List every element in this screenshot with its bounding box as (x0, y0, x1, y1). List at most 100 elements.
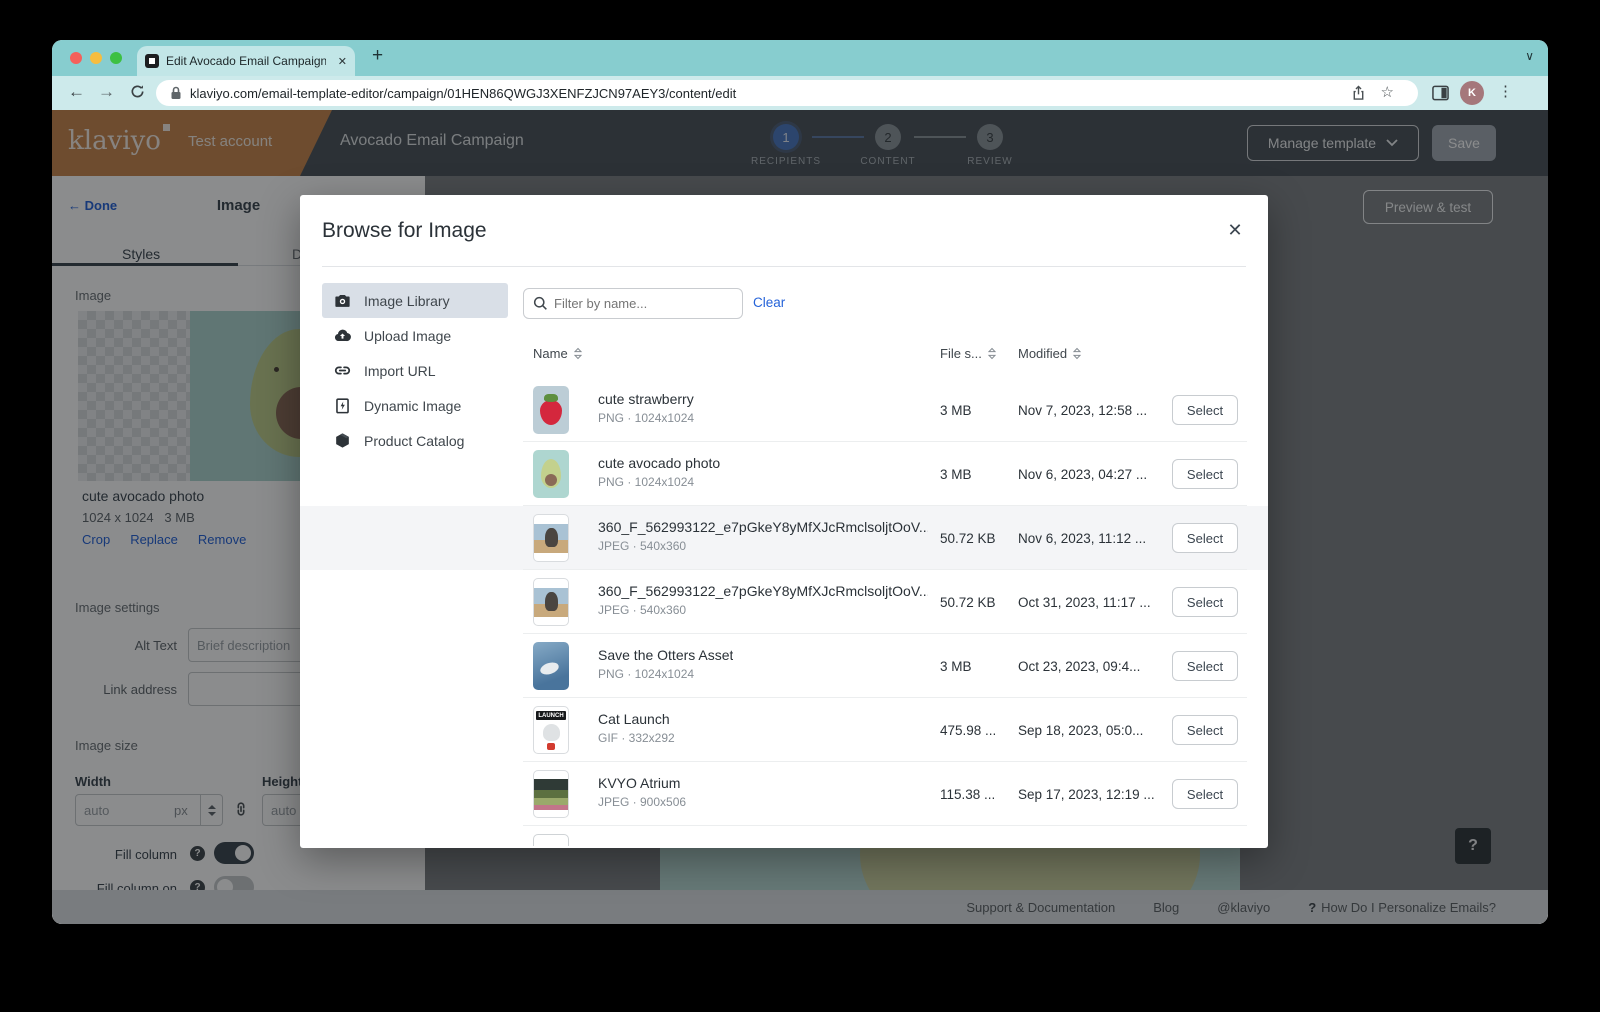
nav-label: Import URL (364, 362, 436, 379)
cloud-upload-icon (334, 329, 351, 342)
file-size: 475.98 ... (940, 723, 997, 738)
browser-profile-avatar[interactable]: K (1460, 81, 1484, 105)
sort-icon (573, 347, 582, 360)
file-modified: Nov 6, 2023, 04:27 ... (1018, 467, 1148, 482)
strawberry-thumbnail (533, 386, 569, 434)
clear-filter-link[interactable]: Clear (753, 295, 785, 310)
page-content: klaviyo Test account Avocado Email Campa… (52, 110, 1548, 924)
filter-input-wrap (523, 288, 743, 319)
file-modified: Nov 7, 2023, 12:58 ... (1018, 403, 1148, 418)
file-meta: PNG · 1024x1024 (598, 667, 695, 681)
column-header-modified[interactable]: Modified (1018, 346, 1082, 361)
table-row[interactable]: LAUNCH Cat Launch GIF · 332x292 475.98 .… (300, 698, 1268, 762)
browser-tab-bar: Edit Avocado Email Campaign ✕ + ∨ (52, 40, 1548, 76)
modal-divider (322, 266, 1246, 267)
close-window-button[interactable] (70, 52, 82, 64)
nav-label: Upload Image (364, 327, 452, 344)
file-meta: PNG · 1024x1024 (598, 475, 695, 489)
select-button[interactable]: Select (1172, 651, 1238, 681)
file-size: 3 MB (940, 467, 972, 482)
forward-icon[interactable]: → (98, 82, 115, 102)
file-meta: JPEG · 900x506 (598, 795, 687, 809)
nav-image-library[interactable]: Image Library (322, 283, 508, 318)
file-meta: PNG · 1024x1024 (598, 411, 695, 425)
tab-search-chevron-icon[interactable]: ∨ (1525, 49, 1534, 63)
camera-icon (335, 294, 350, 307)
modal-close-icon[interactable]: ✕ (1222, 217, 1248, 243)
file-name: Cat Launch (598, 711, 670, 727)
cat-photo-thumbnail (533, 578, 569, 626)
file-size: 50.72 KB (940, 595, 996, 610)
launch-chip-label: LAUNCH (536, 711, 566, 720)
file-modified: Sep 17, 2023, 12:19 ... (1018, 787, 1155, 802)
sort-icon (987, 347, 997, 360)
file-size: 3 MB (940, 403, 972, 418)
side-panel-icon[interactable] (1432, 85, 1449, 106)
file-meta: JPEG · 540x360 (598, 603, 687, 617)
browser-menu-icon[interactable]: ⋮ (1498, 82, 1513, 100)
lock-icon (170, 86, 182, 105)
url-address-field[interactable]: klaviyo.com/email-template-editor/campai… (156, 80, 1418, 106)
file-modified: Oct 31, 2023, 11:17 ... (1018, 595, 1151, 610)
new-tab-button[interactable]: + (372, 45, 383, 67)
browser-tab[interactable]: Edit Avocado Email Campaign ✕ (137, 46, 355, 76)
column-header-file-size[interactable]: File s... (940, 346, 997, 361)
file-size: 115.38 ... (940, 787, 996, 802)
tab-close-icon[interactable]: ✕ (338, 55, 347, 68)
modal-title: Browse for Image (322, 219, 487, 242)
table-row[interactable]: Save the Otters Asset PNG · 1024x1024 3 … (300, 634, 1268, 698)
browser-url-bar: ← → klaviyo.com/email-template-editor/ca… (52, 76, 1548, 110)
file-size: 50.72 KB (940, 531, 996, 546)
tab-title: Edit Avocado Email Campaign (166, 54, 326, 68)
bookmark-star-icon[interactable]: ☆ (1381, 83, 1394, 101)
filter-by-name-input[interactable] (554, 290, 736, 317)
table-row[interactable]: cute avocado photo PNG · 1024x1024 3 MB … (300, 442, 1268, 506)
traffic-lights (70, 52, 122, 64)
select-button[interactable]: Select (1172, 395, 1238, 425)
select-button[interactable]: Select (1172, 587, 1238, 617)
avocado-thumbnail (533, 450, 569, 498)
select-button[interactable]: Select (1172, 779, 1238, 809)
table-row[interactable]: 360_F_562993122_e7pGkeY8yMfXJcRmclsoljtO… (300, 570, 1268, 634)
back-icon[interactable]: ← (68, 82, 85, 102)
browse-for-image-modal: Browse for Image ✕ Image Library Upload … (300, 195, 1268, 848)
sort-icon (1072, 347, 1082, 360)
column-header-name[interactable]: Name (533, 346, 583, 361)
file-name: KVYO Atrium (598, 775, 681, 791)
column-label: Modified (1018, 346, 1068, 361)
file-name: 360_F_562993122_e7pGkeY8yMfXJcRmclsoljtO… (598, 519, 928, 535)
otters-thumbnail (533, 642, 569, 690)
maximize-window-button[interactable] (110, 52, 122, 64)
nav-upload-image[interactable]: Upload Image (322, 318, 508, 353)
column-label: Name (533, 346, 568, 361)
partial-thumbnail (533, 834, 569, 846)
column-label: File s... (940, 346, 982, 361)
file-name: Save the Otters Asset (598, 647, 734, 663)
image-table: cute strawberry PNG · 1024x1024 3 MB Nov… (300, 378, 1268, 846)
file-meta: GIF · 332x292 (598, 731, 675, 745)
file-name: cute strawberry (598, 391, 694, 407)
table-row[interactable]: KVYO Atrium JPEG · 900x506 115.38 ... Se… (300, 762, 1268, 826)
file-modified: Oct 23, 2023, 09:4... (1018, 659, 1141, 674)
tab-favicon-icon (145, 54, 159, 68)
select-button[interactable]: Select (1172, 459, 1238, 489)
search-icon (533, 296, 548, 316)
file-name: 360_F_562993122_e7pGkeY8yMfXJcRmclsoljtO… (598, 583, 928, 599)
cat-photo-thumbnail (533, 514, 569, 562)
cat-launch-thumbnail: LAUNCH (533, 706, 569, 754)
table-row-partial[interactable] (300, 826, 1268, 846)
nav-label: Image Library (364, 292, 450, 309)
file-modified: Sep 18, 2023, 05:0... (1018, 723, 1144, 738)
file-size: 3 MB (940, 659, 972, 674)
file-meta: JPEG · 540x360 (598, 539, 687, 553)
file-name: cute avocado photo (598, 455, 721, 471)
share-icon[interactable] (1351, 85, 1366, 106)
table-row[interactable]: cute strawberry PNG · 1024x1024 3 MB Nov… (300, 378, 1268, 442)
select-button[interactable]: Select (1172, 523, 1238, 553)
reload-icon[interactable] (130, 84, 145, 104)
table-row[interactable]: 360_F_562993122_e7pGkeY8yMfXJcRmclsoljtO… (300, 506, 1268, 570)
select-button[interactable]: Select (1172, 715, 1238, 745)
atrium-thumbnail (533, 770, 569, 818)
file-modified: Nov 6, 2023, 11:12 ... (1018, 531, 1147, 546)
minimize-window-button[interactable] (90, 52, 102, 64)
